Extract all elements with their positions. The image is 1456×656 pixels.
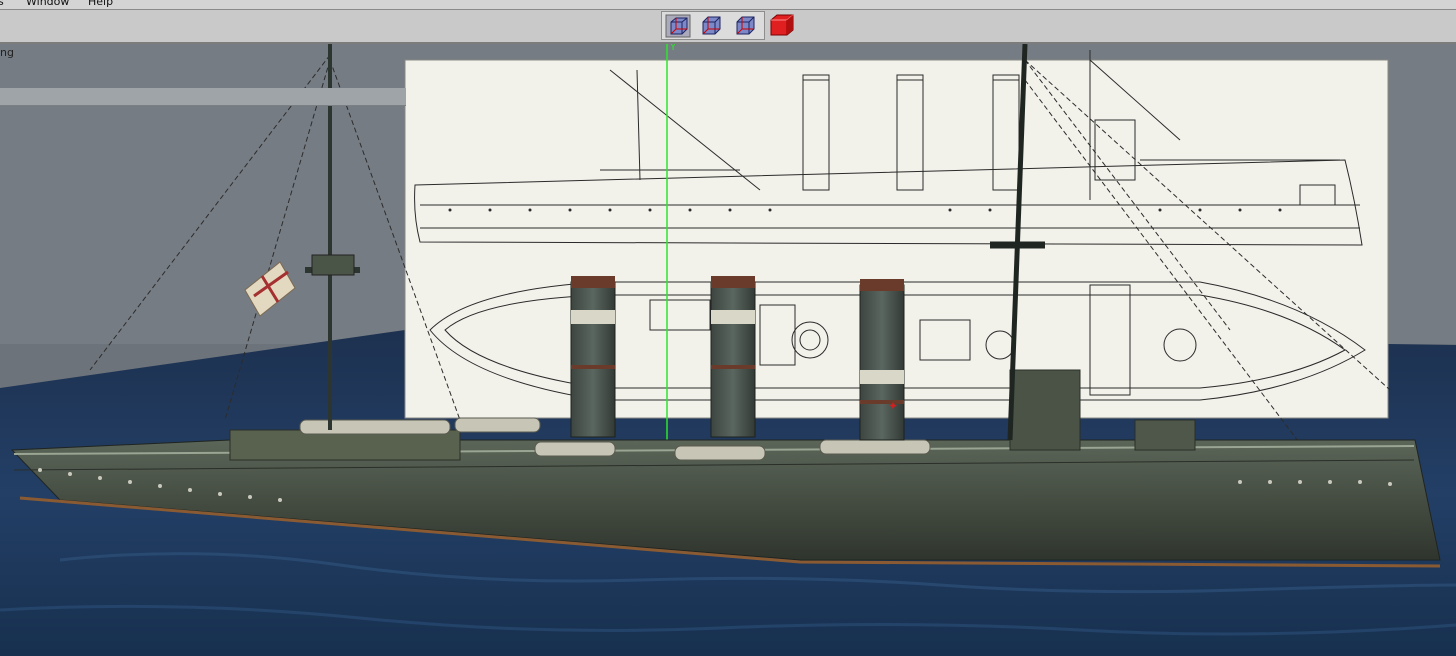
viewport-title: ng xyxy=(0,46,14,59)
viewport-title-bar xyxy=(0,88,406,106)
solid-red-cube-icon xyxy=(770,14,794,36)
view-front-button[interactable] xyxy=(665,14,691,38)
viewport-scene: Y ✦ xyxy=(0,44,1456,656)
menu-bar: s Window Help xyxy=(0,0,1456,10)
menu-item-help[interactable]: Help xyxy=(88,0,113,8)
bridge-block xyxy=(1009,369,1081,451)
red-marker: ✦ xyxy=(888,399,898,413)
fore-turret xyxy=(1134,419,1196,451)
view-mode-group xyxy=(661,11,765,40)
view-top-button[interactable] xyxy=(699,14,725,38)
wire-cube-side-icon xyxy=(736,16,755,35)
wire-cube-top-icon xyxy=(702,16,721,35)
aft-mast-top xyxy=(311,254,355,276)
3d-viewport[interactable]: Y ✦ xyxy=(0,44,1456,656)
view-side-button[interactable] xyxy=(733,14,759,38)
view-toolbar xyxy=(0,10,1456,44)
menu-item-window[interactable]: Window xyxy=(26,0,69,8)
perspective-view-button[interactable] xyxy=(767,12,797,38)
wire-cube-front-icon xyxy=(665,14,691,38)
y-axis-label: Y xyxy=(669,44,677,53)
menu-item-partial[interactable]: s xyxy=(0,0,4,8)
